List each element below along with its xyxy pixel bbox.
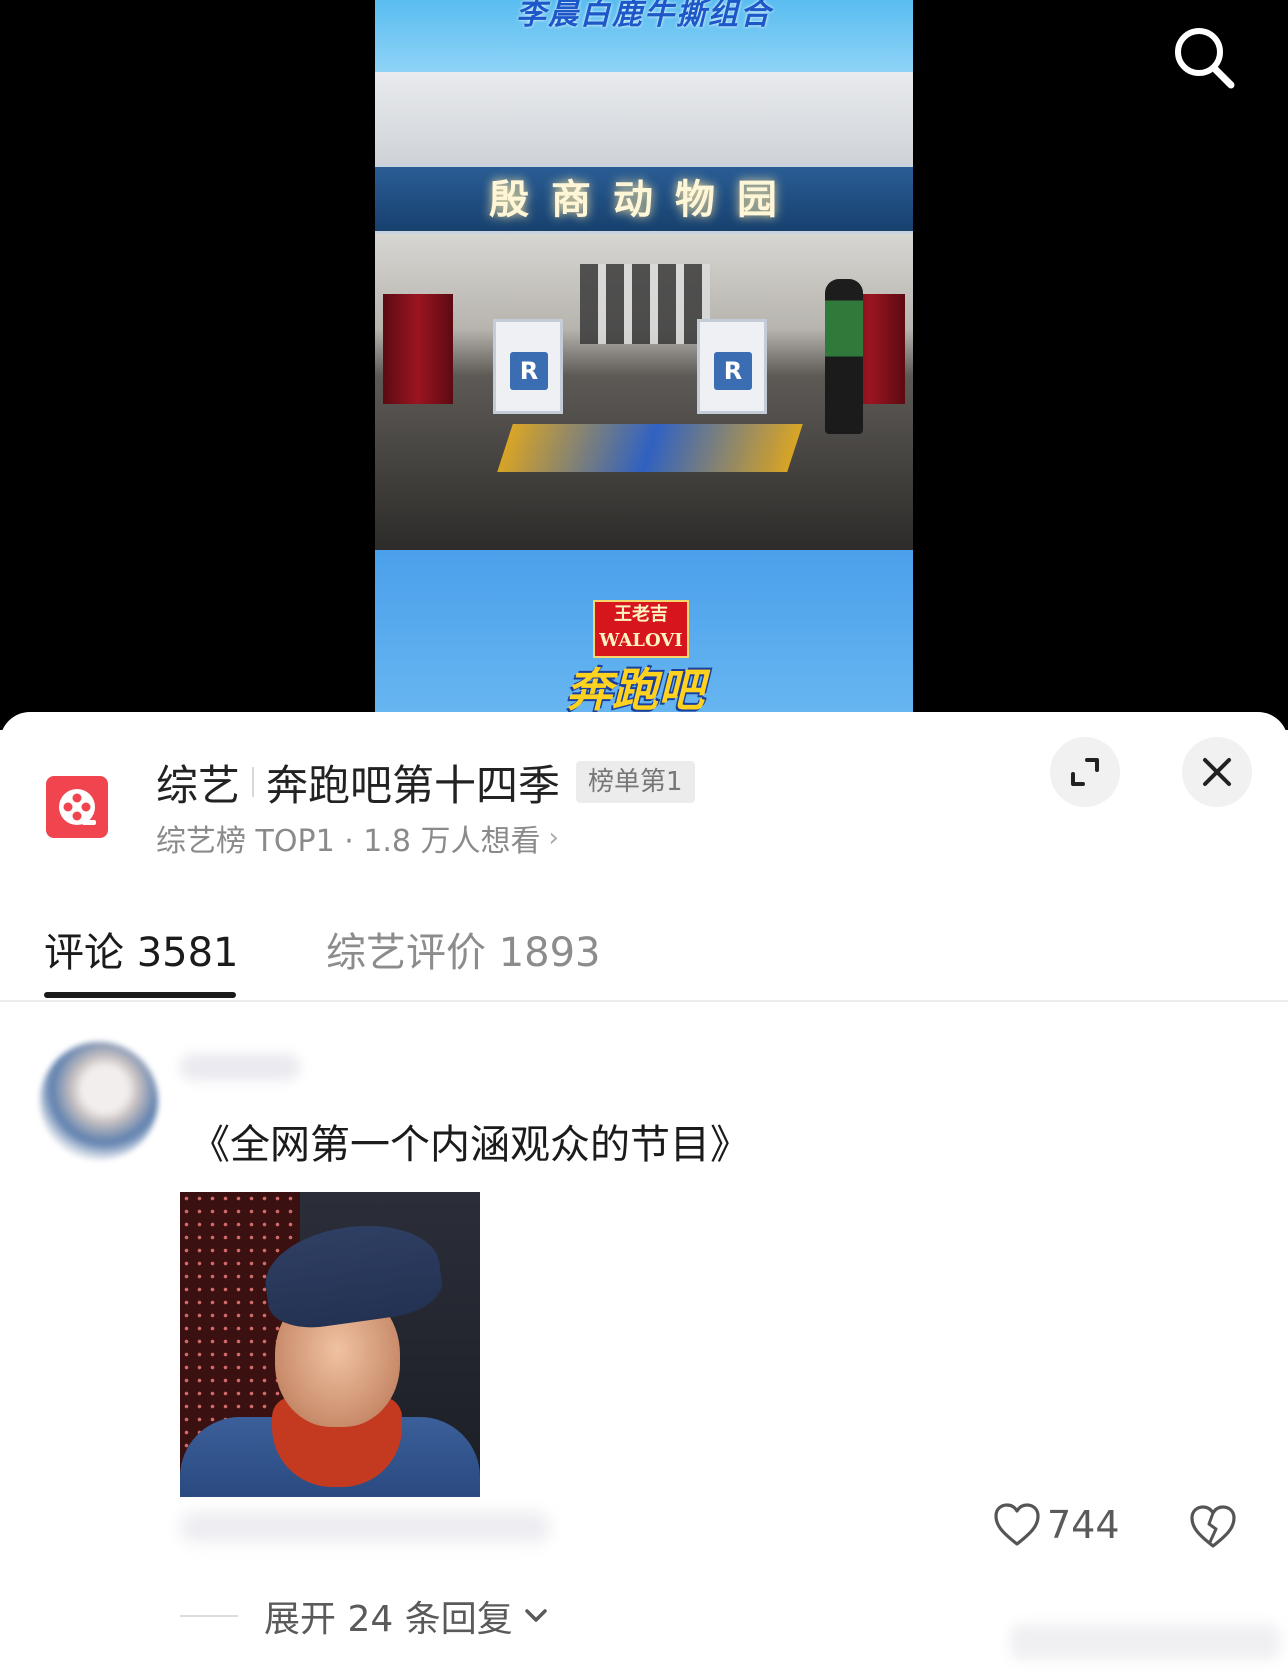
comments-sheet: 综艺 奔跑吧第十四季 榜单第1 综艺榜 TOP1 · 1.8 万人想看 › 评论… [0,712,1288,1675]
video-top-band: 李晨白鹿牛撕组合 [375,0,913,72]
app-screen: 李晨白鹿牛撕组合 殷商动物园 R R 王老吉 WALOVI 奔跑吧 综艺 奔跑吧… [0,0,1288,1675]
desk-logo-left: R [510,352,548,390]
sponsor-badge: 王老吉 WALOVI [593,600,689,658]
expand-replies-label: 展开 24 条回复 [264,1599,513,1640]
expand-button[interactable] [1050,737,1120,807]
heart-icon [994,1503,1040,1546]
video-bottom-band: 王老吉 WALOVI 奔跑吧 [375,550,913,730]
person-figure [825,279,863,434]
username-redacted [180,1054,300,1080]
tab-reviews[interactable]: 综艺评价 1893 [326,920,601,978]
chevron-down-icon [524,1609,547,1622]
rank-badge: 榜单第1 [576,761,695,803]
video-room: R R [375,234,913,550]
video-frame[interactable]: 李晨白鹿牛撕组合 殷商动物园 R R 王老吉 WALOVI 奔跑吧 [375,0,913,730]
show-logo: 奔跑吧 [566,663,704,717]
show-name: 奔跑吧第十四季 [266,760,561,810]
title-separator [252,767,255,797]
comment-tabs: 评论 3581 综艺评价 1893 [0,898,1288,1002]
expand-icon [1071,758,1099,786]
broken-heart-icon [1190,1505,1236,1548]
show-subtitle: 综艺榜 TOP1 · 1.8 万人想看 [156,824,541,859]
like-count: 744 [1047,1503,1120,1547]
curtain-left [383,294,453,404]
video-sign-text: 殷商动物园 [489,176,799,223]
comment-image[interactable] [180,1192,480,1497]
shelf [580,264,710,344]
dislike-button[interactable] [1189,1504,1237,1554]
video-player[interactable]: 李晨白鹿牛撕组合 殷商动物园 R R 王老吉 WALOVI 奔跑吧 [0,0,1288,730]
show-title[interactable]: 综艺 奔跑吧第十四季 榜单第1 [156,754,695,810]
desk-right: R [697,319,767,414]
avatar[interactable] [40,1042,158,1160]
chevron-right-icon: › [548,823,559,853]
replies-divider [180,1615,238,1617]
desk-left: R [493,319,563,414]
close-icon [1203,758,1231,786]
video-ceiling [375,72,913,164]
film-reel-icon[interactable] [46,776,108,838]
comment-text: 《全网第一个内涵观众的节目》 [190,1122,750,1168]
video-top-band-text: 李晨白鹿牛撕组合 [516,0,772,32]
show-category: 综艺 [156,760,241,810]
desk-logo-right: R [714,352,752,390]
search-icon[interactable] [1168,22,1240,94]
tab-comments[interactable]: 评论 3581 [44,920,239,978]
floor-logo [497,424,803,472]
close-button[interactable] [1182,737,1252,807]
expand-replies-button[interactable]: 展开 24 条回复 [180,1590,549,1642]
watermark-redacted [1010,1624,1280,1660]
active-tab-indicator [44,992,236,998]
like-button[interactable]: 744 [993,1502,1120,1548]
video-sign: 殷商动物园 [375,164,913,234]
show-subtitle-link[interactable]: 综艺榜 TOP1 · 1.8 万人想看 › [156,816,559,860]
comment-meta-redacted [180,1512,550,1542]
